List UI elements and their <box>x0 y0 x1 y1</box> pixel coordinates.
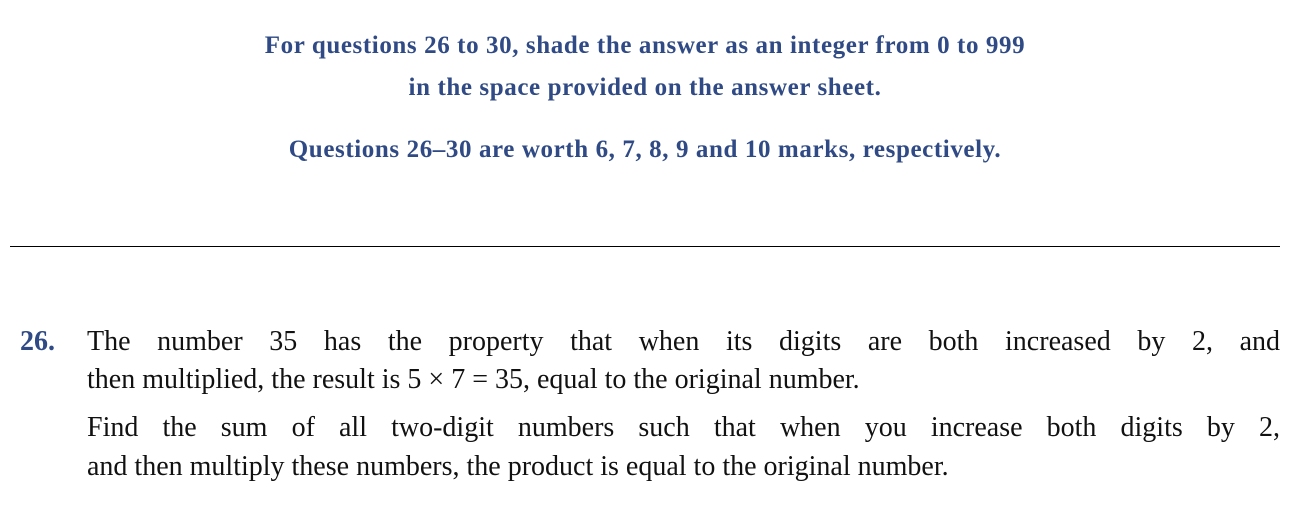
instructions-line-1: For questions 26 to 30, shade the answer… <box>264 32 1026 59</box>
question-line: and then multiply these numbers, the pro… <box>87 451 949 482</box>
question-number: 26. <box>20 326 55 357</box>
divider <box>10 246 1280 247</box>
question-line: Find the sum of all two-digit numbers su… <box>87 412 1280 443</box>
question-line: then multiplied, the result is 5 × 7 = 3… <box>87 364 860 395</box>
question-line: The number 35 has the property that when… <box>87 326 1280 357</box>
marks-statement: Questions 26–30 are worth 6, 7, 8, 9 and… <box>288 136 1002 163</box>
instructions-line-2: in the space provided on the answer shee… <box>408 74 882 101</box>
